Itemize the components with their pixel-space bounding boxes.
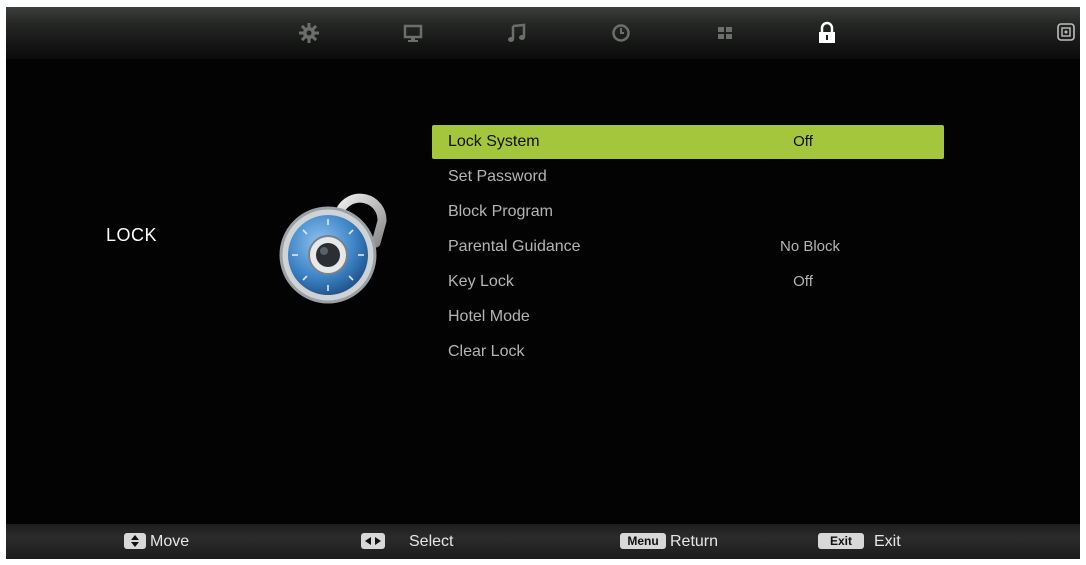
menu-item-label: Lock System bbox=[448, 133, 540, 150]
hint-return: Menu Return bbox=[620, 533, 760, 551]
picture-icon[interactable] bbox=[400, 20, 426, 46]
lock-icon[interactable] bbox=[814, 20, 840, 46]
hint-label: Move bbox=[150, 533, 190, 550]
hint-select: Select bbox=[361, 533, 491, 551]
left-right-key-icon bbox=[361, 533, 385, 549]
padlock-icon bbox=[268, 185, 398, 305]
exit-key: Exit bbox=[818, 533, 864, 549]
input-source-icon[interactable] bbox=[1056, 22, 1076, 42]
sound-icon[interactable] bbox=[504, 20, 530, 46]
menu-item-label: Clear Lock bbox=[448, 343, 525, 360]
menu-item-label: Block Program bbox=[448, 203, 553, 220]
menu-item-label: Key Lock bbox=[448, 273, 514, 290]
menu-item-set-password[interactable]: Set Password bbox=[432, 160, 944, 194]
hint-exit: Exit Exit bbox=[818, 533, 938, 551]
section-title: LOCK bbox=[106, 225, 158, 245]
menu-item-parental-guidance[interactable]: Parental Guidance No Block bbox=[432, 230, 944, 264]
menu-item-label: Parental Guidance bbox=[448, 238, 581, 255]
menu-item-label: Hotel Mode bbox=[448, 308, 530, 325]
menu-item-hotel-mode[interactable]: Hotel Mode bbox=[432, 300, 944, 334]
settings-icon[interactable] bbox=[296, 20, 322, 46]
hint-label: Return bbox=[670, 533, 719, 550]
top-menu-bar bbox=[6, 7, 1080, 59]
menu-item-block-program[interactable]: Block Program bbox=[432, 195, 944, 229]
tv-menu-screen: LOCK Lock System Off Set Password Block … bbox=[6, 7, 1080, 559]
bottom-hint-bar: Move Select Menu Return Exit Exit bbox=[6, 524, 1080, 559]
menu-item-lock-system[interactable]: Lock System Off bbox=[432, 125, 944, 159]
time-icon[interactable] bbox=[608, 20, 634, 46]
up-down-key-icon bbox=[124, 533, 146, 549]
hint-label: Exit bbox=[874, 533, 901, 550]
menu-item-clear-lock[interactable]: Clear Lock bbox=[432, 335, 944, 369]
menu-item-label: Set Password bbox=[448, 168, 547, 185]
hint-move: Move bbox=[124, 533, 224, 551]
apps-icon[interactable] bbox=[712, 20, 738, 46]
hint-label: Select bbox=[409, 533, 454, 550]
menu-key: Menu bbox=[620, 533, 666, 549]
menu-item-key-lock[interactable]: Key Lock Off bbox=[432, 265, 944, 299]
